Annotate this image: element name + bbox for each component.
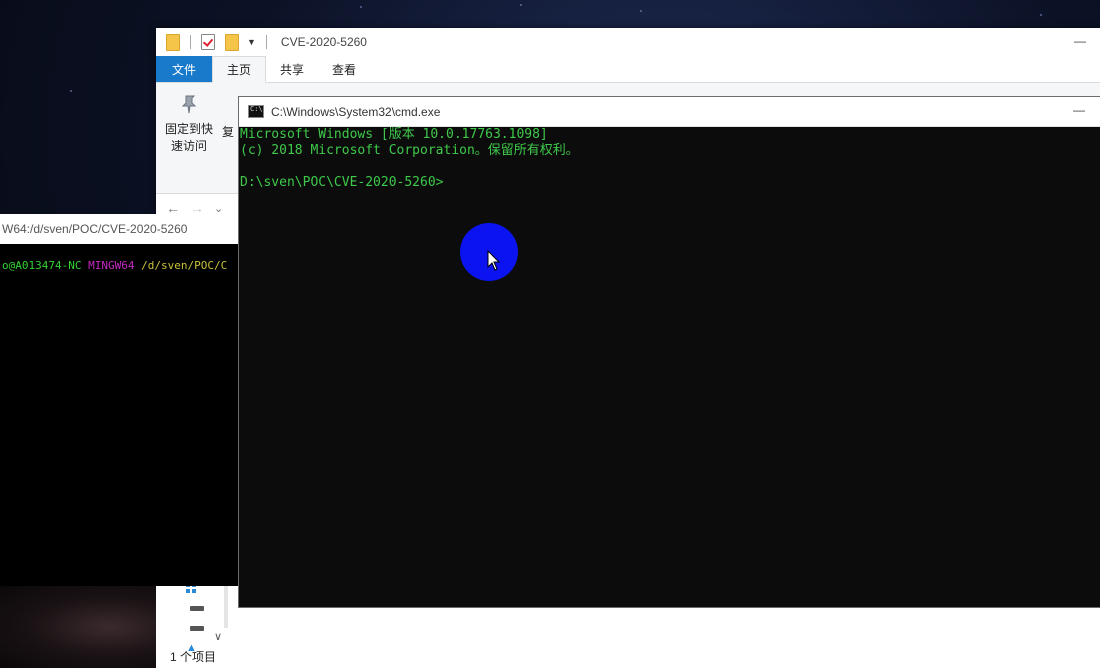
- ribbon-tabs: 文件 主页 共享 查看: [156, 56, 1100, 83]
- pin-icon: [181, 95, 197, 114]
- copy-button-label[interactable]: 复: [222, 123, 234, 140]
- console-line: (c) 2018 Microsoft Corporation。保留所有权利。: [240, 143, 579, 158]
- prompt-environment: MINGW64: [88, 259, 135, 272]
- pin-to-quick-access-button[interactable]: 固定到快 速访问: [162, 93, 216, 155]
- prompt-path: /d/sven/POC/C: [141, 259, 228, 272]
- cmd-console-output[interactable]: Microsoft Windows [版本 10.0.17763.1098] (c…: [239, 127, 1100, 191]
- quick-access-separator: [190, 35, 191, 49]
- mingw64-terminal-window[interactable]: W64:/d/sven/POC/CVE-2020-5260 o@A013474-…: [0, 214, 240, 586]
- drive-icon: [190, 625, 204, 631]
- mingw64-title: W64:/d/sven/POC/CVE-2020-5260: [0, 214, 240, 244]
- pin-label-line2: 速访问: [170, 139, 207, 153]
- recent-locations-chevron-icon[interactable]: ⌄: [214, 202, 223, 215]
- background-star: [1040, 14, 1042, 16]
- folder-icon: [166, 33, 180, 51]
- cmd-window[interactable]: C:\Windows\System32\cmd.exe — Microsoft …: [238, 96, 1100, 608]
- background-star: [360, 6, 362, 8]
- desktop-wallpaper-fragment: [0, 586, 156, 668]
- explorer-title: CVE-2020-5260: [280, 35, 367, 49]
- console-prompt-line: D:\sven\POC\CVE-2020-5260>: [240, 175, 444, 190]
- tab-file[interactable]: 文件: [156, 56, 213, 82]
- tab-view[interactable]: 查看: [318, 56, 370, 82]
- scroll-down-icon[interactable]: ∨: [214, 630, 222, 643]
- tab-share[interactable]: 共享: [266, 56, 318, 82]
- drive-icon: [190, 605, 204, 611]
- cmd-icon: [248, 105, 264, 118]
- mingw64-prompt[interactable]: o@A013474-NC MINGW64 /d/sven/POC/C: [0, 259, 240, 272]
- title-separator: [265, 35, 267, 49]
- tab-home[interactable]: 主页: [212, 56, 267, 83]
- pin-label-line1: 固定到快: [164, 122, 213, 136]
- mouse-pointer-icon: [487, 250, 501, 271]
- explorer-titlebar[interactable]: ▼ CVE-2020-5260 —: [156, 28, 1100, 56]
- customize-toolbar-arrow-icon[interactable]: ▼: [247, 37, 256, 47]
- background-star: [520, 4, 522, 6]
- background-star: [70, 90, 72, 92]
- cmd-title: C:\Windows\System32\cmd.exe: [271, 104, 441, 119]
- properties-icon[interactable]: [201, 34, 215, 50]
- prompt-user-host: o@A013474-NC: [2, 259, 82, 272]
- background-star: [640, 10, 642, 12]
- status-item-count: 1 个项目: [170, 650, 217, 664]
- cmd-minimize-button[interactable]: —: [1073, 103, 1085, 117]
- console-line: Microsoft Windows [版本 10.0.17763.1098]: [240, 127, 548, 142]
- minimize-button[interactable]: —: [1074, 34, 1086, 48]
- cmd-titlebar[interactable]: C:\Windows\System32\cmd.exe —: [239, 97, 1100, 127]
- new-folder-icon[interactable]: [225, 33, 239, 51]
